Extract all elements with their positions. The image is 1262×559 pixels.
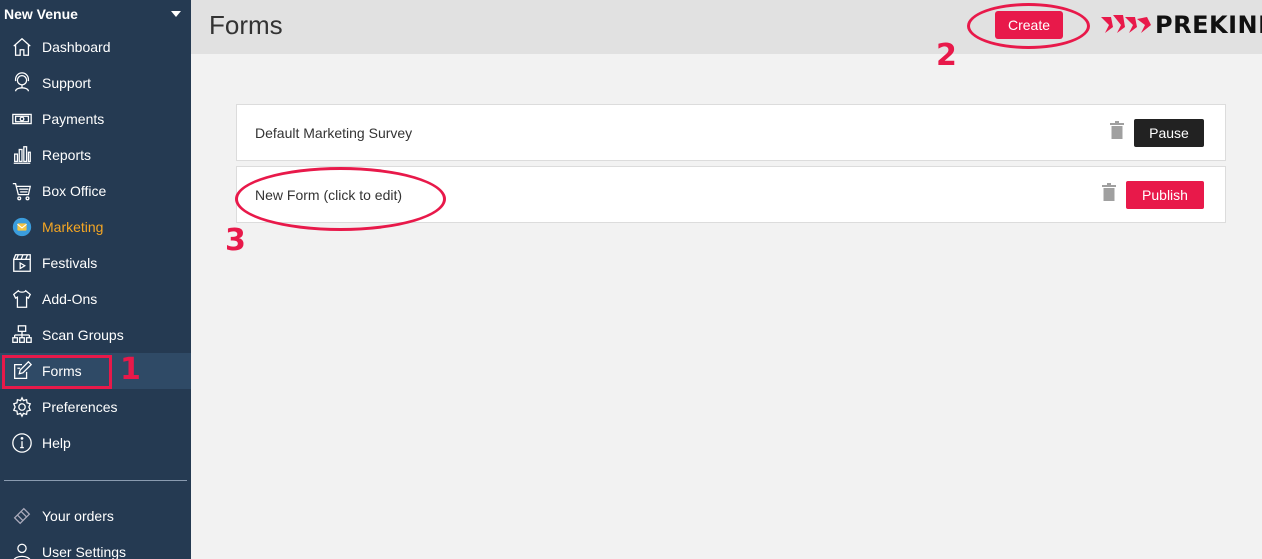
help-icon: [10, 431, 34, 455]
caret-down-icon: [171, 11, 181, 17]
publish-button[interactable]: Publish: [1126, 181, 1204, 209]
sidebar-item-label: Box Office: [42, 183, 107, 199]
sidebar-item-label: Dashboard: [42, 39, 111, 55]
forms-highlight-box: [2, 355, 112, 389]
user-icon: [10, 540, 34, 559]
bar-chart-icon: [10, 143, 34, 167]
annotation-step-3: 3: [225, 223, 246, 258]
sidebar-item-help[interactable]: Help: [0, 425, 191, 461]
sidebar-item-box-office[interactable]: Box Office: [0, 173, 191, 209]
sidebar-item-label: Payments: [42, 111, 105, 127]
trash-icon[interactable]: [1110, 121, 1124, 139]
sidebar-item-label: Preferences: [42, 399, 118, 415]
prekindle-flame-icon: [1101, 15, 1151, 33]
sidebar-item-support[interactable]: Support: [0, 65, 191, 101]
ticket-icon: [10, 504, 34, 528]
sidebar-item-reports[interactable]: Reports: [0, 137, 191, 173]
form-row[interactable]: Default Marketing Survey Pause: [236, 104, 1226, 161]
annotation-step-2: 2: [936, 38, 957, 73]
form-name[interactable]: Default Marketing Survey: [255, 125, 412, 141]
pause-button[interactable]: Pause: [1134, 119, 1204, 147]
sidebar-item-label: Scan Groups: [42, 327, 124, 343]
sidebar-item-your-orders[interactable]: Your orders: [0, 498, 191, 534]
sidebar-item-label: Marketing: [42, 219, 104, 235]
page-header: Forms Create PREKINDLE: [191, 0, 1262, 54]
shirt-icon: [10, 287, 34, 311]
clapper-icon: [10, 251, 34, 275]
home-icon: [10, 35, 34, 59]
sidebar-item-add-ons[interactable]: Add-Ons: [0, 281, 191, 317]
cash-icon: [10, 107, 34, 131]
brand-logo[interactable]: PREKINDLE: [1099, 9, 1262, 41]
brand-wordmark: PREKINDLE: [1155, 11, 1262, 39]
venue-name: New Venue: [4, 6, 78, 22]
trash-icon[interactable]: [1102, 183, 1116, 201]
sidebar-item-label: Festivals: [42, 255, 98, 271]
sidebar-item-label: Add-Ons: [42, 291, 98, 307]
sidebar-item-payments[interactable]: Payments: [0, 101, 191, 137]
sidebar-item-dashboard[interactable]: Dashboard: [0, 29, 191, 65]
sidebar-item-label: Your orders: [42, 508, 114, 524]
hierarchy-icon: [10, 323, 34, 347]
sidebar-item-preferences[interactable]: Preferences: [0, 389, 191, 425]
gear-icon: [10, 395, 34, 419]
sidebar: New Venue Dashboard Support Payments Rep…: [0, 0, 191, 559]
venue-selector[interactable]: New Venue: [0, 0, 191, 28]
sidebar-item-label: User Settings: [42, 544, 127, 559]
sidebar-item-marketing[interactable]: Marketing: [0, 209, 191, 245]
sidebar-item-label: Help: [42, 435, 71, 451]
annotation-step-1: 1: [120, 352, 141, 387]
sidebar-item-label: Reports: [42, 147, 92, 163]
create-highlight-ring: [967, 3, 1090, 49]
marketing-icon: [10, 215, 34, 239]
page-title: Forms: [209, 10, 283, 40]
cart-icon: [10, 179, 34, 203]
sidebar-item-label: Support: [42, 75, 92, 91]
sidebar-divider: [4, 480, 187, 481]
sidebar-item-festivals[interactable]: Festivals: [0, 245, 191, 281]
sidebar-item-user-settings[interactable]: User Settings: [0, 534, 191, 559]
headset-icon: [10, 71, 34, 95]
new-form-highlight-ring: [235, 167, 446, 231]
sidebar-item-scan-groups[interactable]: Scan Groups: [0, 317, 191, 353]
